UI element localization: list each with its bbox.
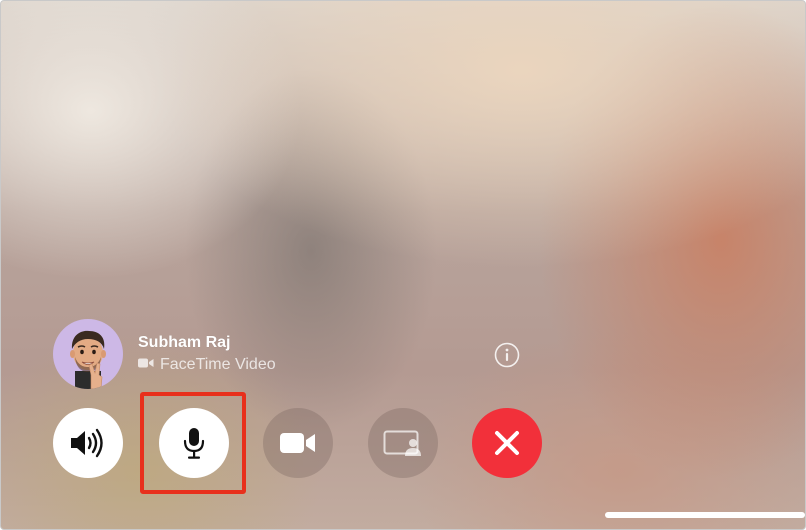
avatar bbox=[53, 319, 123, 389]
caller-info: Subham Raj FaceTime Video bbox=[53, 319, 276, 389]
video-camera-icon bbox=[280, 433, 315, 453]
end-call-button[interactable] bbox=[472, 408, 542, 478]
call-controls bbox=[53, 408, 553, 478]
facetime-call-screen: Subham Raj FaceTime Video bbox=[0, 0, 806, 530]
video-camera-icon bbox=[138, 355, 154, 375]
call-type-label: FaceTime Video bbox=[160, 356, 276, 373]
caller-name: Subham Raj bbox=[138, 334, 231, 351]
share-screen-button[interactable] bbox=[368, 408, 438, 478]
info-button[interactable] bbox=[494, 342, 520, 368]
close-icon bbox=[495, 431, 519, 455]
speaker-volume-icon bbox=[71, 428, 103, 458]
share-screen-icon bbox=[383, 430, 421, 456]
info-icon bbox=[494, 342, 520, 368]
memoji-icon bbox=[70, 330, 106, 389]
caller-text: Subham Raj FaceTime Video bbox=[138, 333, 276, 375]
mute-button-highlight bbox=[140, 392, 246, 494]
home-indicator[interactable] bbox=[605, 512, 805, 518]
speaker-button[interactable] bbox=[53, 408, 123, 478]
call-type: FaceTime Video bbox=[138, 355, 276, 375]
camera-button[interactable] bbox=[263, 408, 333, 478]
